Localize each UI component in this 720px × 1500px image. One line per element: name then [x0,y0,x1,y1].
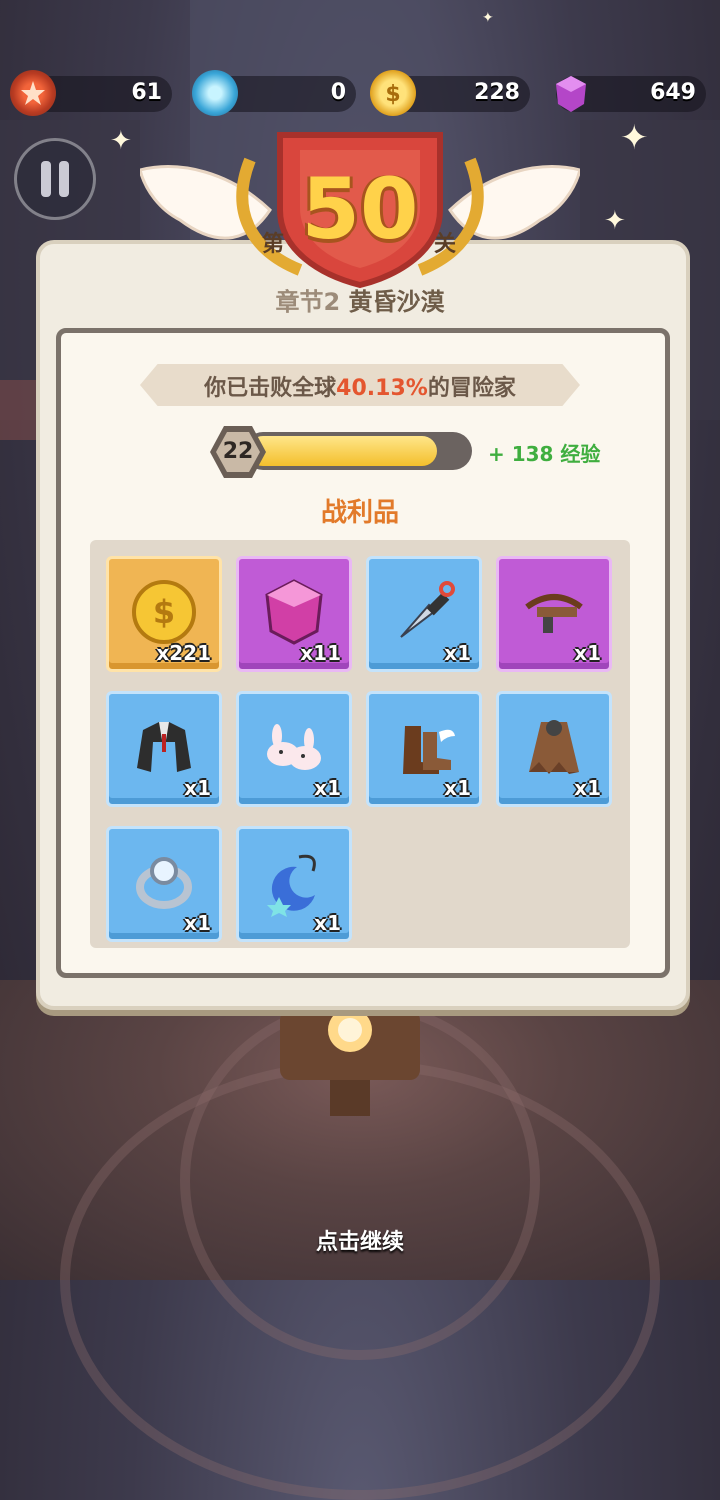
sparkle-icon: ✦ [482,10,494,26]
loot-quantity: x11 [300,641,341,665]
gold-coin-icon: $ [129,577,199,647]
xp-gain: + 138 经验 [488,442,601,466]
loot-title: 战利品 [320,498,399,528]
xp-progress-fill [248,436,438,466]
moon-amulet-icon [259,847,329,917]
loot-quantity: x1 [184,911,211,935]
crossbow-icon [519,577,589,647]
loot-item[interactable]: x1 [366,556,482,672]
loot-quantity: x1 [574,776,601,800]
brazier [280,1008,420,1116]
kunai-icon [389,577,459,647]
loot-quantity: x1 [444,776,471,800]
purple-gem-icon [259,577,329,647]
stage-suffix: 关 [434,232,457,257]
stage-prefix: 第 [262,232,285,257]
winged-boots-icon [389,712,459,782]
sparkle-icon: ✦ [604,206,626,236]
xp-progress-bar [244,432,472,470]
loot-item[interactable]: x1 [366,691,482,807]
sparkle-icon: ✦ [620,118,649,158]
loot-quantity: x1 [314,776,341,800]
sparkle-icon: ✦ [110,126,132,156]
loot-quantity: x1 [314,911,341,935]
chapter-title: 章节2 黄昏沙漠 [275,288,445,316]
loot-item[interactable]: $ x221 [106,556,222,672]
floor-ring [60,1060,660,1500]
loot-quantity: x1 [184,776,211,800]
medal-icon [10,70,56,116]
loot-item[interactable]: x1 [106,691,222,807]
loot-item[interactable]: x1 [106,826,222,942]
loot-quantity: x1 [574,641,601,665]
loot-item[interactable]: x1 [496,691,612,807]
svg-text:$: $ [153,593,175,631]
ranking-text: 你已击败全球40.13%的冒险家 [204,376,516,401]
bunny-slippers-icon [259,712,329,782]
loot-item[interactable]: x1 [236,826,352,942]
bracelet-icon [129,847,199,917]
cloak-icon [519,712,589,782]
jacket-icon [129,712,199,782]
loot-item[interactable]: x1 [236,691,352,807]
loot-item[interactable]: x11 [236,556,352,672]
tap-to-continue[interactable]: 点击继续 [0,1224,720,1256]
loot-quantity: x1 [444,641,471,665]
pause-button[interactable] [14,138,96,220]
loot-item[interactable]: x1 [496,556,612,672]
loot-quantity: x221 [156,641,211,665]
